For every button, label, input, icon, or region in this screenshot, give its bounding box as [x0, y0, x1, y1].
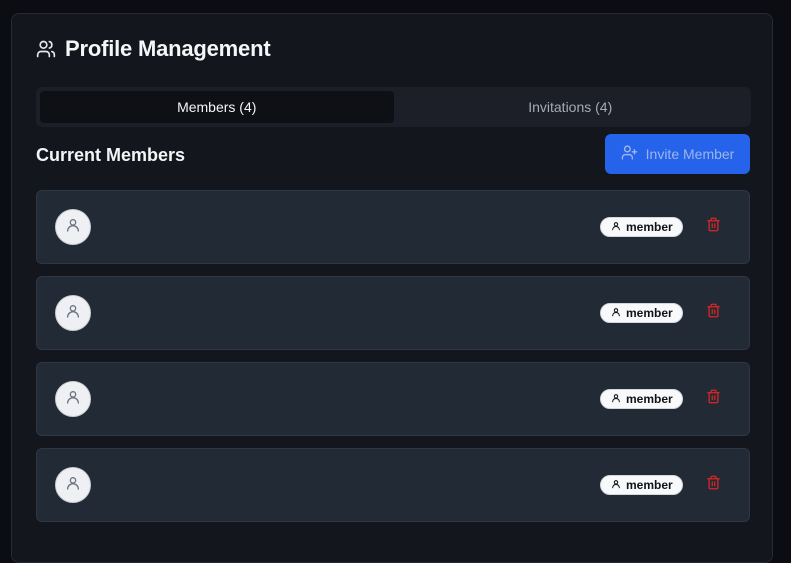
section-title: Current Members [36, 145, 186, 165]
invite-member-label: Invite Member [645, 146, 735, 162]
page-title: Profile Management [65, 36, 271, 61]
trash-icon [706, 303, 721, 323]
avatar [55, 209, 91, 245]
role-label: member [626, 220, 673, 234]
avatar [55, 295, 91, 331]
members-list: member member member member [36, 190, 750, 534]
avatar [55, 381, 91, 417]
user-icon [65, 303, 81, 324]
profile-management-panel: Profile Management Members (4) Invitatio… [11, 13, 773, 563]
trash-icon [706, 389, 721, 409]
role-badge: member [600, 303, 683, 323]
user-icon [611, 478, 621, 492]
trash-icon [706, 217, 721, 237]
trash-icon [706, 475, 721, 495]
tab-bar: Members (4) Invitations (4) [36, 87, 751, 127]
member-row: member [36, 276, 750, 350]
tab-invitations[interactable]: Invitations (4) [394, 91, 748, 123]
user-icon [65, 217, 81, 238]
user-plus-icon [621, 144, 638, 164]
tab-members[interactable]: Members (4) [40, 91, 394, 123]
role-badge: member [600, 217, 683, 237]
user-icon [65, 475, 81, 496]
member-row: member [36, 190, 750, 264]
users-icon [36, 39, 56, 59]
role-badge: member [600, 389, 683, 409]
user-icon [611, 220, 621, 234]
delete-member-button[interactable] [703, 475, 723, 495]
page-header: Profile Management [36, 36, 271, 62]
delete-member-button[interactable] [703, 303, 723, 323]
user-icon [65, 389, 81, 410]
invite-member-button[interactable]: Invite Member [605, 134, 750, 174]
role-badge: member [600, 475, 683, 495]
role-label: member [626, 392, 673, 406]
user-icon [611, 392, 621, 406]
role-label: member [626, 306, 673, 320]
member-row: member [36, 362, 750, 436]
member-row: member [36, 448, 750, 522]
delete-member-button[interactable] [703, 217, 723, 237]
avatar [55, 467, 91, 503]
user-icon [611, 306, 621, 320]
delete-member-button[interactable] [703, 389, 723, 409]
role-label: member [626, 478, 673, 492]
